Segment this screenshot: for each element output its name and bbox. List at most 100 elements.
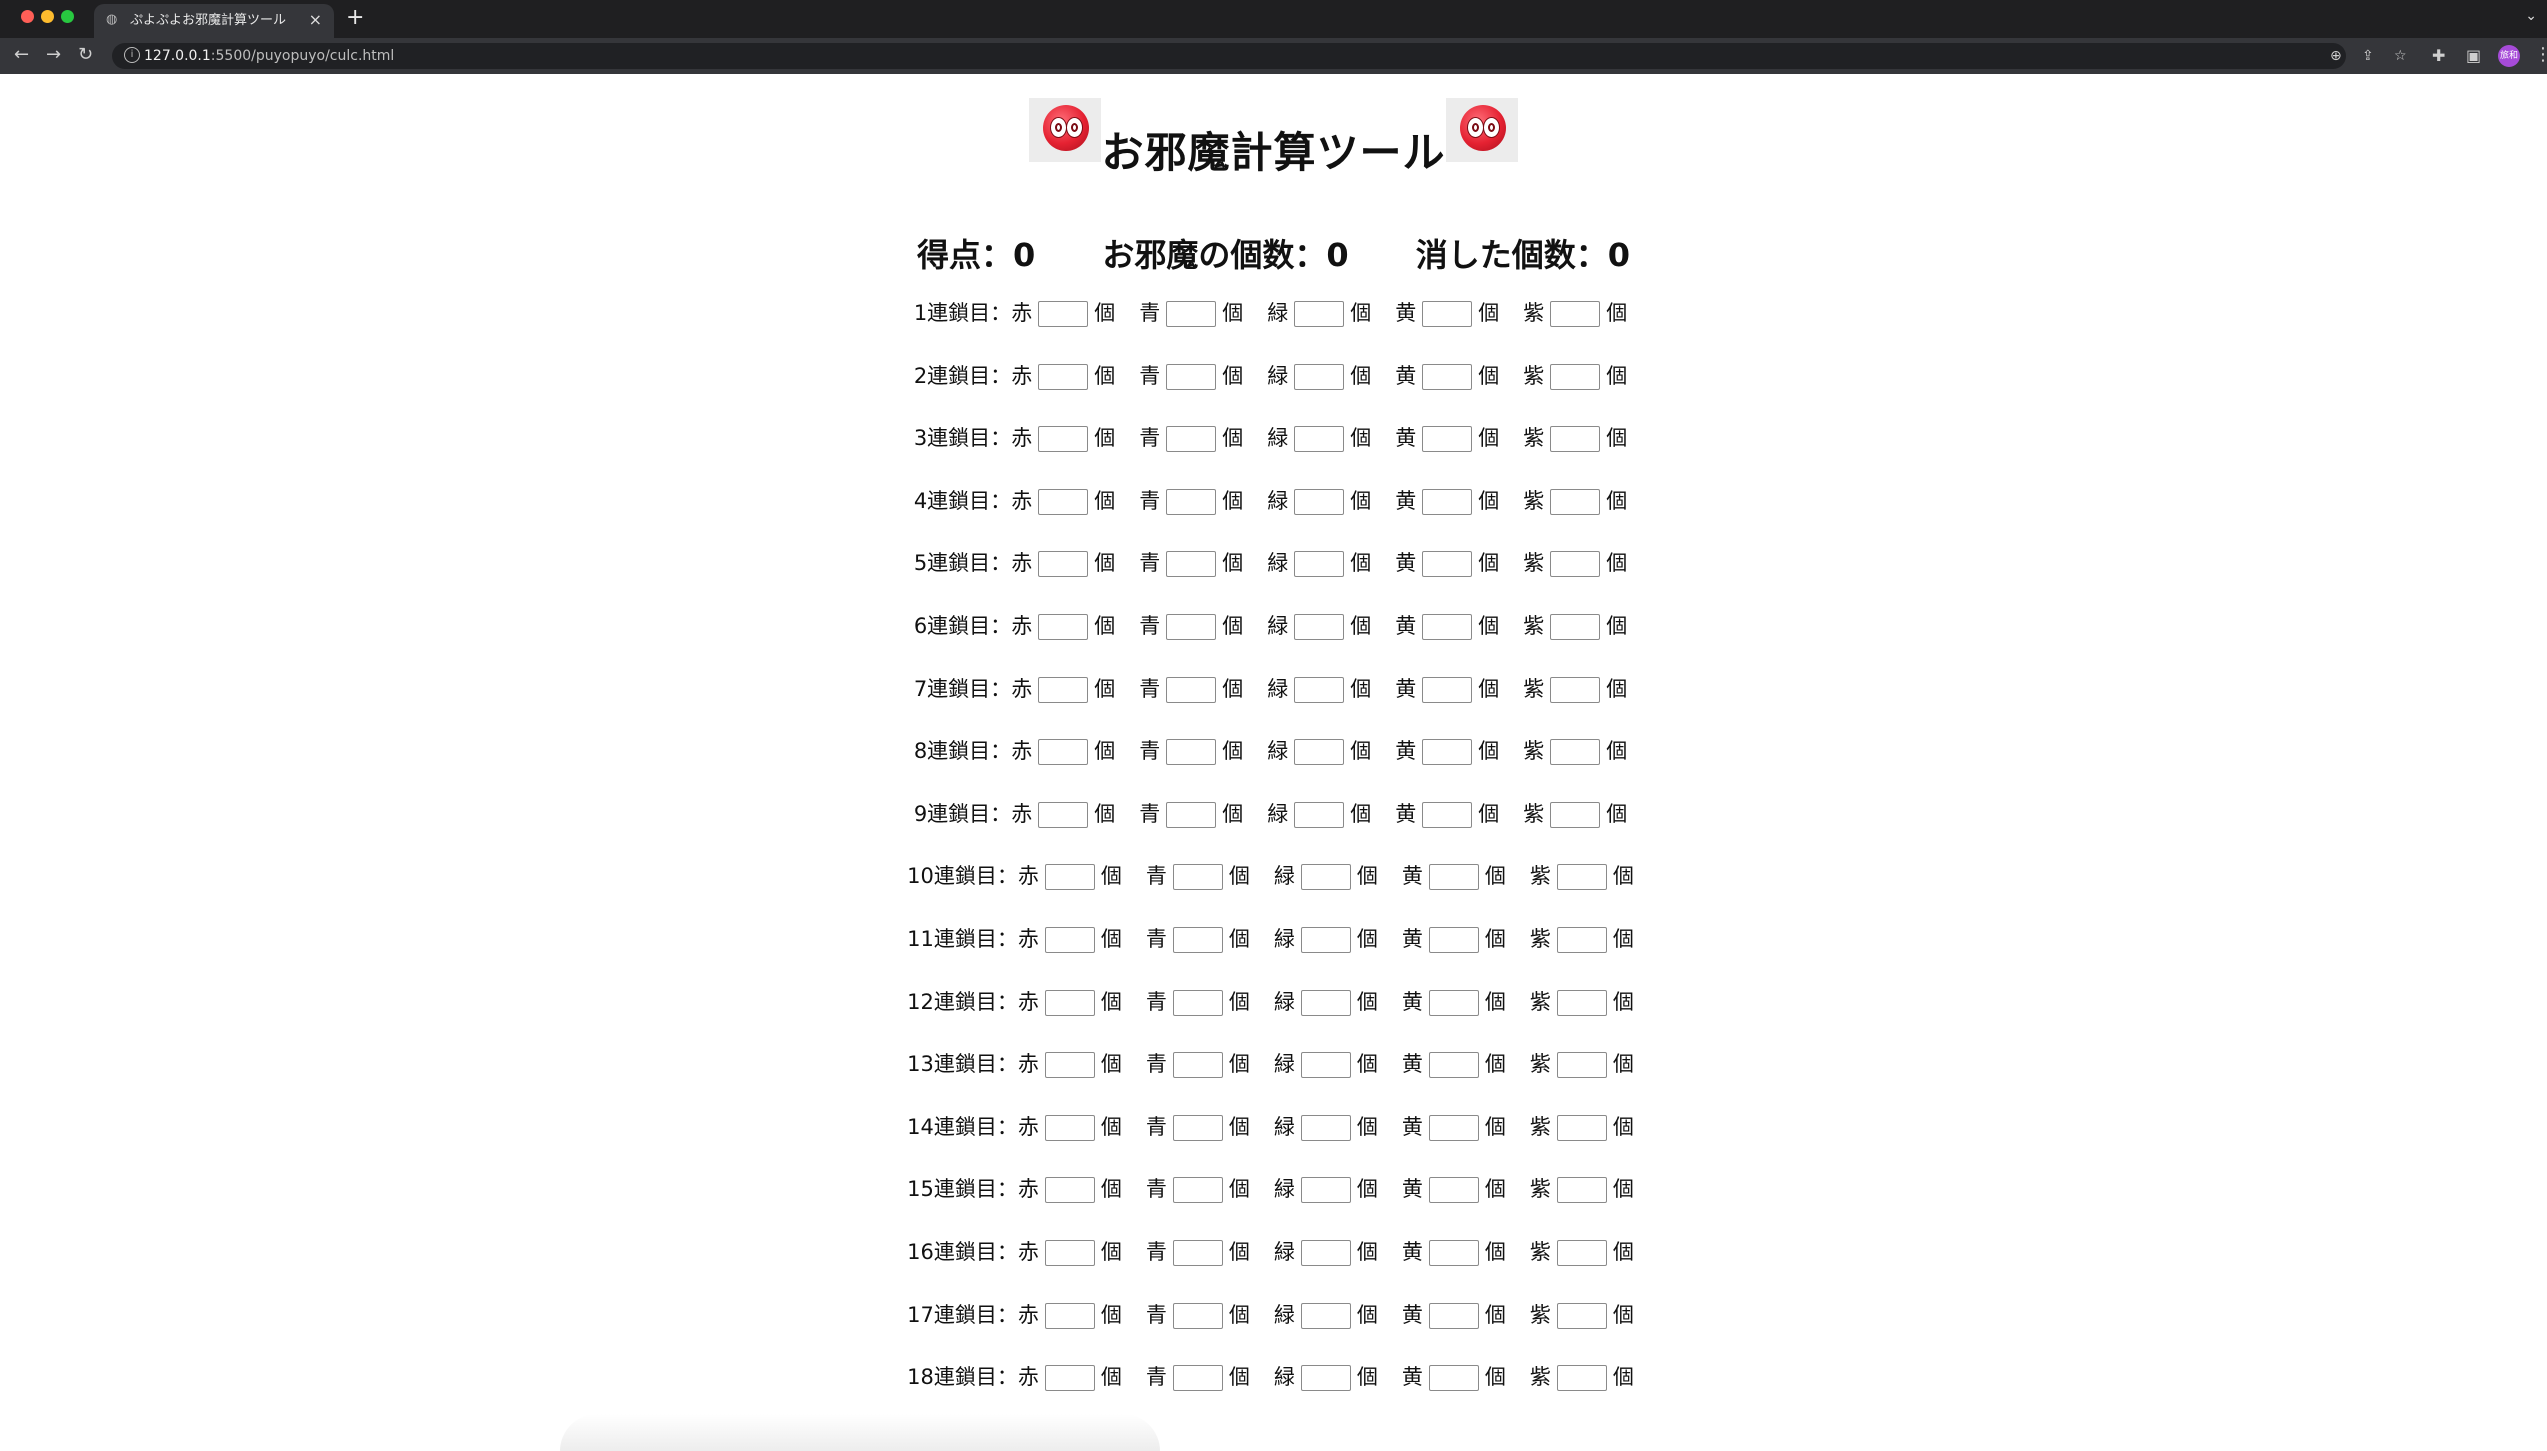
purple-count-input[interactable] (1556, 1302, 1607, 1329)
side-panel-icon[interactable]: ▣ (2466, 46, 2481, 66)
red-count-input[interactable] (1044, 1239, 1095, 1266)
green-count-input[interactable] (1300, 1177, 1351, 1204)
yellow-count-input[interactable] (1422, 551, 1473, 578)
red-count-input[interactable] (1044, 864, 1095, 891)
yellow-count-input[interactable] (1422, 613, 1473, 640)
yellow-count-input[interactable] (1428, 1302, 1479, 1329)
blue-count-input[interactable] (1166, 739, 1217, 766)
blue-count-input[interactable] (1166, 363, 1217, 390)
bookmark-star-icon[interactable]: ☆ (2394, 47, 2407, 65)
tab-close-icon[interactable]: × (309, 11, 322, 29)
red-count-input[interactable] (1038, 801, 1089, 828)
red-count-input[interactable] (1044, 1052, 1095, 1079)
red-count-input[interactable] (1038, 426, 1089, 453)
blue-count-input[interactable] (1172, 989, 1223, 1016)
yellow-count-input[interactable] (1422, 301, 1473, 327)
purple-count-input[interactable] (1556, 989, 1607, 1016)
red-count-input[interactable] (1038, 363, 1089, 390)
purple-count-input[interactable] (1556, 1177, 1607, 1204)
blue-count-input[interactable] (1172, 1239, 1223, 1266)
yellow-count-input[interactable] (1428, 989, 1479, 1016)
blue-count-input[interactable] (1172, 1114, 1223, 1141)
purple-count-input[interactable] (1556, 926, 1607, 953)
green-count-input[interactable] (1294, 363, 1345, 390)
url-text[interactable]: 127.0.0.1:5500/puyopuyo/culc.html (144, 48, 394, 64)
maximize-window-button[interactable] (61, 10, 74, 23)
purple-count-input[interactable] (1556, 1114, 1607, 1141)
purple-count-input[interactable] (1556, 864, 1607, 891)
green-count-input[interactable] (1294, 801, 1345, 828)
share-icon[interactable]: ⇪ (2362, 47, 2374, 65)
red-count-input[interactable] (1044, 1302, 1095, 1329)
extensions-puzzle-icon[interactable]: ✚ (2432, 46, 2445, 66)
blue-count-input[interactable] (1166, 801, 1217, 828)
blue-count-input[interactable] (1166, 613, 1217, 640)
yellow-count-input[interactable] (1422, 739, 1473, 766)
purple-count-input[interactable] (1556, 1239, 1607, 1266)
red-count-input[interactable] (1038, 488, 1089, 515)
red-count-input[interactable] (1044, 1365, 1095, 1392)
purple-count-input[interactable] (1550, 739, 1601, 766)
green-count-input[interactable] (1294, 426, 1345, 453)
yellow-count-input[interactable] (1422, 676, 1473, 703)
profile-avatar[interactable]: 旅和 (2498, 45, 2520, 67)
menu-dots-icon[interactable]: ⋮ (2534, 45, 2547, 65)
reload-icon[interactable]: ↻ (78, 44, 93, 66)
blue-count-input[interactable] (1166, 301, 1217, 327)
site-info-icon[interactable]: i (124, 47, 140, 63)
red-count-input[interactable] (1038, 613, 1089, 640)
purple-count-input[interactable] (1550, 676, 1601, 703)
green-count-input[interactable] (1294, 301, 1345, 327)
yellow-count-input[interactable] (1428, 864, 1479, 891)
red-count-input[interactable] (1044, 989, 1095, 1016)
green-count-input[interactable] (1294, 613, 1345, 640)
yellow-count-input[interactable] (1428, 926, 1479, 953)
yellow-count-input[interactable] (1428, 1365, 1479, 1392)
purple-count-input[interactable] (1550, 363, 1601, 390)
purple-count-input[interactable] (1550, 551, 1601, 578)
green-count-input[interactable] (1300, 989, 1351, 1016)
purple-count-input[interactable] (1550, 301, 1601, 327)
blue-count-input[interactable] (1166, 551, 1217, 578)
address-bar[interactable]: i 127.0.0.1:5500/puyopuyo/culc.html ⊕ ⇪ … (112, 43, 2407, 69)
green-count-input[interactable] (1300, 1302, 1351, 1329)
blue-count-input[interactable] (1172, 1365, 1223, 1392)
green-count-input[interactable] (1294, 551, 1345, 578)
green-count-input[interactable] (1300, 1239, 1351, 1266)
blue-count-input[interactable] (1172, 1052, 1223, 1079)
green-count-input[interactable] (1300, 864, 1351, 891)
red-count-input[interactable] (1044, 926, 1095, 953)
close-window-button[interactable] (21, 10, 34, 23)
yellow-count-input[interactable] (1428, 1052, 1479, 1079)
blue-count-input[interactable] (1166, 676, 1217, 703)
blue-count-input[interactable] (1172, 926, 1223, 953)
yellow-count-input[interactable] (1422, 363, 1473, 390)
minimize-window-button[interactable] (41, 10, 54, 23)
red-count-input[interactable] (1038, 739, 1089, 766)
green-count-input[interactable] (1294, 676, 1345, 703)
purple-count-input[interactable] (1550, 613, 1601, 640)
browser-tab[interactable]: ◍ ぷよぷよお邪魔計算ツール × (94, 4, 334, 38)
purple-count-input[interactable] (1550, 801, 1601, 828)
purple-count-input[interactable] (1556, 1365, 1607, 1392)
tab-search-chevron-icon[interactable]: ⌄ (2525, 8, 2537, 24)
green-count-input[interactable] (1300, 1052, 1351, 1079)
red-count-input[interactable] (1038, 676, 1089, 703)
blue-count-input[interactable] (1172, 864, 1223, 891)
yellow-count-input[interactable] (1428, 1114, 1479, 1141)
green-count-input[interactable] (1300, 1114, 1351, 1141)
yellow-count-input[interactable] (1428, 1177, 1479, 1204)
yellow-count-input[interactable] (1422, 426, 1473, 453)
red-count-input[interactable] (1044, 1114, 1095, 1141)
blue-count-input[interactable] (1166, 426, 1217, 453)
green-count-input[interactable] (1294, 739, 1345, 766)
green-count-input[interactable] (1294, 488, 1345, 515)
yellow-count-input[interactable] (1428, 1239, 1479, 1266)
green-count-input[interactable] (1300, 926, 1351, 953)
blue-count-input[interactable] (1172, 1302, 1223, 1329)
purple-count-input[interactable] (1550, 488, 1601, 515)
purple-count-input[interactable] (1556, 1052, 1607, 1079)
purple-count-input[interactable] (1550, 426, 1601, 453)
yellow-count-input[interactable] (1422, 488, 1473, 515)
yellow-count-input[interactable] (1422, 801, 1473, 828)
